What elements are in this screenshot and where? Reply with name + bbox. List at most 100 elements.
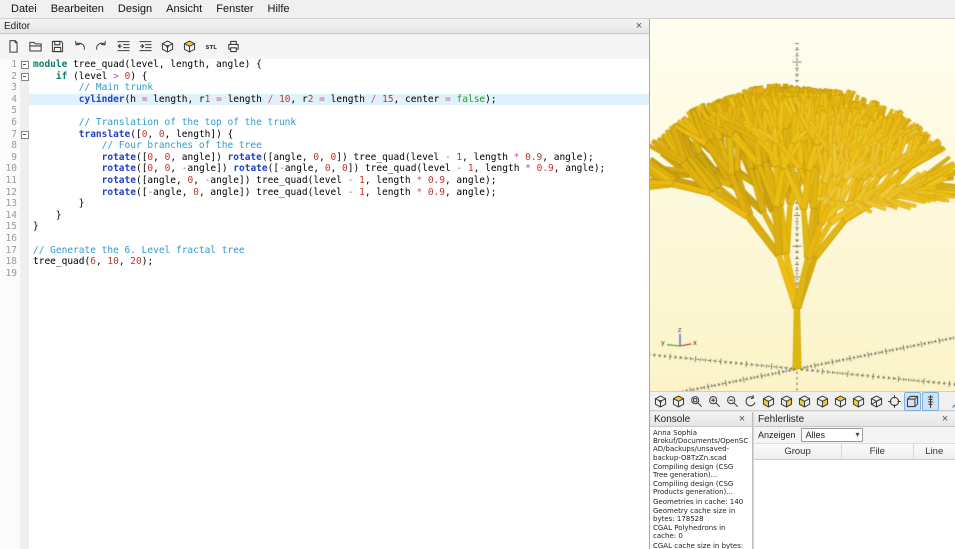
- console-panel-header: Konsole ×: [650, 412, 752, 427]
- column-header-file[interactable]: File: [842, 444, 914, 459]
- menu-datei[interactable]: Datei: [4, 2, 44, 16]
- editor-panel: Editor × STL 1 module tree_quad(level, le…: [0, 19, 650, 549]
- code-line-4[interactable]: 4 cylinder(h = length, r1 = length / 10,…: [0, 93, 649, 106]
- code-line-9[interactable]: 9 rotate([0, 0, angle]) rotate([angle, 0…: [0, 152, 649, 164]
- code-text: tree_quad(6, 10, 20);: [33, 256, 154, 268]
- code-text: }: [33, 209, 62, 221]
- fold-margin: [20, 105, 29, 117]
- zoom-in-button[interactable]: [706, 392, 723, 411]
- console-close-button[interactable]: ×: [736, 413, 748, 425]
- view-left-button[interactable]: [760, 392, 777, 411]
- error-table-body[interactable]: [754, 460, 955, 549]
- editor-close-button[interactable]: ×: [633, 20, 645, 32]
- code-line-12[interactable]: 12 rotate([-angle, 0, angle]) tree_quad(…: [0, 187, 649, 199]
- code-text: rotate([0, 0, -angle]) rotate([-angle, 0…: [101, 163, 606, 175]
- show-scale-markers-button[interactable]: [922, 391, 939, 411]
- code-line-5[interactable]: 5: [0, 105, 649, 117]
- code-text: cylinder(h = length, r1 = length / 10, r…: [29, 93, 649, 106]
- line-number: 15: [5, 221, 17, 233]
- code-line-6[interactable]: 6 // Translation of the top of the trunk: [0, 117, 649, 129]
- view-back-button[interactable]: [814, 392, 831, 411]
- zoom-out-button[interactable]: [724, 392, 741, 411]
- code-line-8[interactable]: 8 // Four branches of the tree: [0, 140, 649, 152]
- code-text: if (level > 0) {: [55, 70, 148, 82]
- view-top-button[interactable]: [832, 392, 849, 411]
- column-header-line[interactable]: Line: [914, 444, 955, 459]
- preview-button[interactable]: [157, 36, 178, 57]
- error-filter-row: Anzeigen Alles: [754, 427, 955, 444]
- menu-bearbeiten[interactable]: Bearbeiten: [44, 2, 111, 16]
- fold-margin: [20, 198, 29, 210]
- code-line-1[interactable]: 1 module tree_quad(level, length, angle) …: [0, 59, 649, 71]
- menu-design[interactable]: Design: [111, 2, 159, 16]
- code-line-14[interactable]: 14 }: [0, 210, 649, 222]
- line-number: 16: [5, 232, 17, 244]
- view-diagonal-button[interactable]: [868, 392, 885, 411]
- export-stl-button[interactable]: STL: [201, 36, 222, 57]
- line-number: 4: [11, 93, 17, 105]
- console-output[interactable]: Anna Sophia Brokuf/Documents/OpenSCAD/ba…: [650, 427, 752, 549]
- preview-button[interactable]: [652, 392, 669, 411]
- save-button[interactable]: [47, 36, 68, 57]
- console-message: Anna Sophia Brokuf/Documents/OpenSCAD/ba…: [653, 429, 749, 462]
- console-message: Compiling design (CSG Products generatio…: [653, 480, 734, 497]
- code-line-7[interactable]: 7 translate([0, 0, length]) {: [0, 129, 649, 141]
- line-number: 7: [11, 128, 17, 140]
- code-line-19[interactable]: 19: [0, 268, 649, 280]
- code-text: // Four branches of the tree: [101, 140, 262, 152]
- code-editor[interactable]: 1 module tree_quad(level, length, angle) …: [0, 59, 649, 549]
- code-line-2[interactable]: 2 if (level > 0) {: [0, 71, 649, 83]
- fold-margin: [20, 82, 29, 94]
- zoom-all-button[interactable]: [688, 392, 705, 411]
- new-file-button[interactable]: [3, 36, 24, 57]
- line-number: 19: [5, 267, 17, 279]
- fold-margin: [20, 175, 29, 187]
- indent-button[interactable]: [135, 36, 156, 57]
- code-text: rotate([-angle, 0, angle]) tree_quad(lev…: [101, 186, 497, 198]
- console-message: Geometries in cache: 140: [653, 497, 744, 506]
- error-filter-select[interactable]: Alles: [800, 428, 863, 442]
- code-text: module tree_quad(level, length, angle) {: [33, 59, 262, 70]
- redo-button[interactable]: [91, 36, 112, 57]
- code-line-15[interactable]: 15}: [0, 221, 649, 233]
- measure-distance-button[interactable]: [950, 392, 955, 411]
- orthogonal-view-button[interactable]: [904, 391, 921, 411]
- fold-marker-icon[interactable]: [21, 72, 29, 81]
- render-button[interactable]: [179, 36, 200, 57]
- code-line-16[interactable]: 16: [0, 233, 649, 245]
- error-list-close-button[interactable]: ×: [939, 413, 951, 425]
- undo-button[interactable]: [69, 36, 90, 57]
- render-button[interactable]: [670, 392, 687, 411]
- code-line-17[interactable]: 17 // Generate the 6. Level fractal tree: [0, 245, 649, 257]
- code-line-3[interactable]: 3 // Main trunk: [0, 82, 649, 94]
- fold-marker-icon[interactable]: [21, 130, 29, 139]
- unindent-button[interactable]: [113, 36, 134, 57]
- code-text: // Translation of the top of the trunk: [78, 116, 297, 128]
- 3d-viewport-canvas[interactable]: [650, 19, 955, 391]
- open-folder-button[interactable]: [25, 36, 46, 57]
- fold-marker-icon[interactable]: [21, 61, 29, 69]
- reset-view-button[interactable]: [742, 392, 759, 411]
- column-header-group[interactable]: Group: [754, 444, 843, 459]
- menu-hilfe[interactable]: Hilfe: [261, 2, 297, 16]
- menu-ansicht[interactable]: Ansicht: [159, 2, 209, 16]
- view-bottom-button[interactable]: [850, 392, 867, 411]
- console-message: CGAL Polyhedrons in cache: 0: [653, 524, 726, 541]
- code-line-11[interactable]: 11 rotate([angle, 0, -angle]) tree_quad(…: [0, 175, 649, 187]
- fold-margin: [20, 129, 29, 141]
- line-number: 3: [11, 82, 17, 94]
- code-text: rotate([0, 0, angle]) rotate([angle, 0, …: [101, 151, 594, 163]
- menu-fenster[interactable]: Fenster: [209, 2, 260, 16]
- code-line-10[interactable]: 10 rotate([0, 0, -angle]) rotate([-angle…: [0, 163, 649, 175]
- view-center-button[interactable]: [886, 392, 903, 411]
- fold-margin: [20, 187, 29, 199]
- code-line-18[interactable]: 18 tree_quad(6, 10, 20);: [0, 256, 649, 268]
- view-front-button[interactable]: [796, 392, 813, 411]
- send-to-printer-button[interactable]: [223, 36, 244, 57]
- code-text: }: [33, 198, 85, 210]
- fold-margin: [20, 256, 29, 268]
- code-line-13[interactable]: 13 }: [0, 198, 649, 210]
- view-right-button[interactable]: [778, 392, 795, 411]
